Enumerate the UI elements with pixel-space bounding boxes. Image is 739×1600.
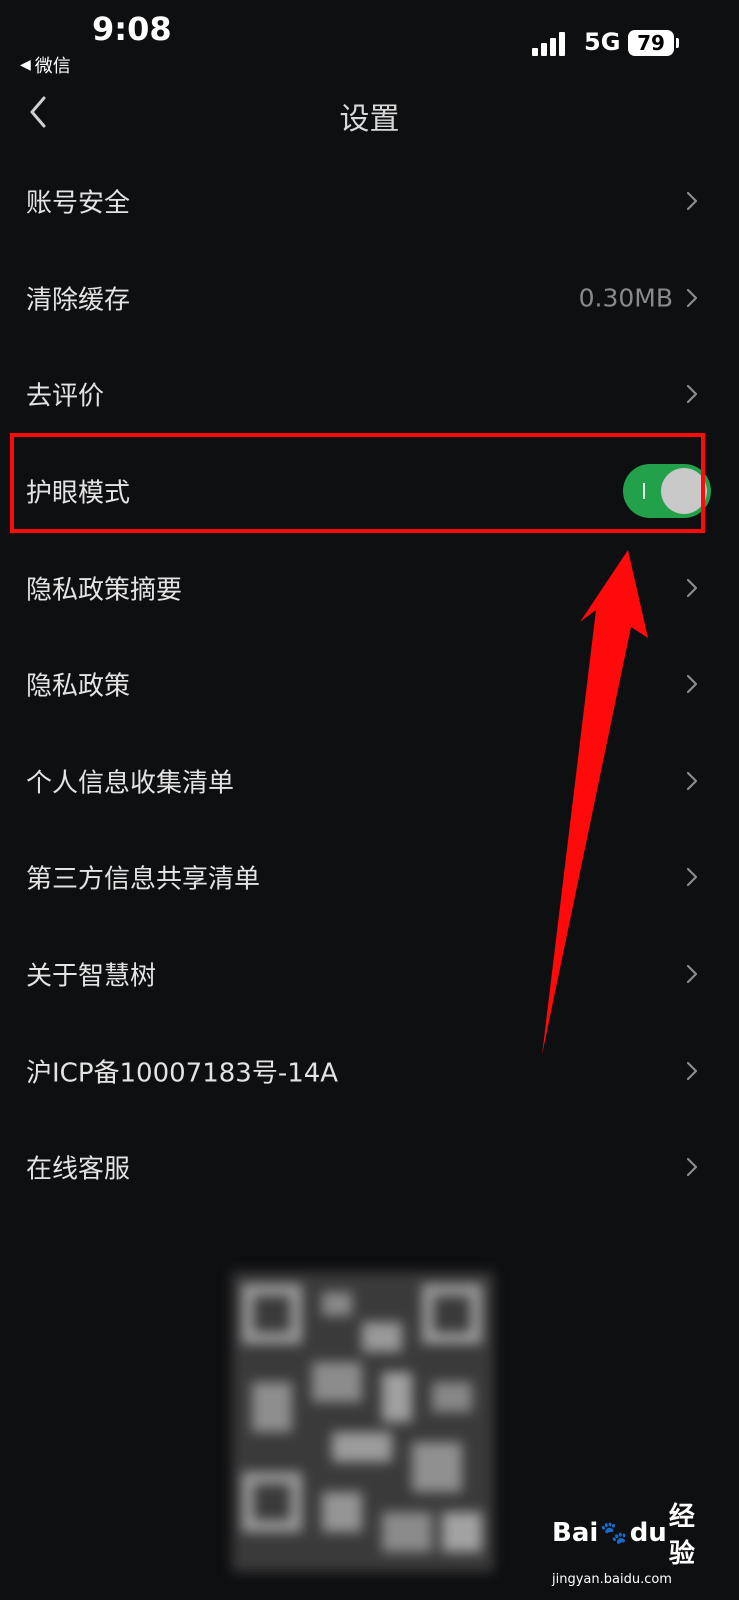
- nav-bar: 设置: [0, 80, 739, 150]
- blurred-qr-code: [232, 1272, 494, 1572]
- status-time: 9:08: [92, 10, 172, 48]
- settings-item-online-service[interactable]: 在线客服: [0, 1119, 739, 1216]
- watermark-brand-a: Bai: [552, 1518, 599, 1548]
- settings-item-privacy-summary[interactable]: 隐私政策摘要: [0, 539, 739, 636]
- chevron-right-icon: [686, 1158, 698, 1177]
- cache-size-value: 0.30MB: [578, 283, 673, 313]
- settings-item-about[interactable]: 关于智慧树: [0, 926, 739, 1023]
- toggle-knob: [661, 468, 707, 515]
- settings-item-label: 个人信息收集清单: [26, 768, 235, 799]
- chevron-right-icon: [686, 192, 698, 211]
- battery-icon: 79: [628, 30, 674, 56]
- settings-item-label: 沪ICP备10007183号-14A: [26, 1058, 339, 1089]
- paw-icon: 🐾: [600, 1520, 628, 1546]
- settings-item-label: 隐私政策摘要: [26, 575, 183, 606]
- chevron-right-icon: [686, 675, 698, 694]
- settings-item-clear-cache[interactable]: 清除缓存 0.30MB: [0, 250, 739, 347]
- settings-item-icp[interactable]: 沪ICP备10007183号-14A: [0, 1022, 739, 1119]
- watermark-url: jingyan.baidu.com: [552, 1572, 672, 1587]
- chevron-right-icon: [686, 288, 698, 307]
- back-app-label: 微信: [34, 56, 71, 77]
- watermark-brand-c: 经验: [668, 1502, 695, 1569]
- settings-item-eye-protection: 护眼模式: [0, 443, 739, 540]
- settings-item-label: 账号安全: [26, 188, 131, 219]
- settings-item-label: 去评价: [26, 381, 105, 412]
- settings-item-label: 第三方信息共享清单: [26, 864, 261, 895]
- chevron-right-icon: [686, 385, 698, 404]
- chevron-right-icon: [686, 964, 698, 984]
- settings-item-label: 清除缓存: [26, 285, 131, 316]
- chevron-right-icon: [686, 578, 698, 597]
- settings-item-label: 隐私政策: [26, 671, 131, 702]
- settings-item-label: 护眼模式: [26, 478, 131, 509]
- settings-item-label: 关于智慧树: [26, 961, 157, 992]
- chevron-right-icon: [686, 1061, 698, 1080]
- watermark-brand-b: du: [629, 1518, 667, 1548]
- eye-protection-toggle[interactable]: [623, 464, 711, 519]
- settings-item-privacy-policy[interactable]: 隐私政策: [0, 636, 739, 733]
- baidu-jingyan-watermark: Bai 🐾 du 经验 jingyan.baidu.com: [552, 1496, 702, 1587]
- settings-list: 账号安全 清除缓存 0.30MB 去评价 护眼模式 隐私政策摘要 隐私政策 个人…: [0, 153, 739, 1216]
- back-to-app-link[interactable]: ◀ 微信: [20, 52, 71, 78]
- back-triangle-icon: ◀: [20, 57, 31, 73]
- status-bar: 9:08 ◀ 微信 5G 79: [0, 0, 739, 80]
- network-type: 5G: [584, 28, 621, 56]
- chevron-right-icon: [686, 868, 698, 887]
- settings-item-account-security[interactable]: 账号安全: [0, 153, 739, 250]
- settings-item-label: 在线客服: [26, 1154, 131, 1185]
- watermark-logo: Bai 🐾 du 经验: [552, 1496, 702, 1570]
- battery-tip: [676, 38, 679, 48]
- toggle-on-mark: [643, 483, 645, 500]
- settings-item-third-party-list[interactable]: 第三方信息共享清单: [0, 829, 739, 926]
- settings-item-rate[interactable]: 去评价: [0, 346, 739, 443]
- settings-item-personal-info-list[interactable]: 个人信息收集清单: [0, 733, 739, 830]
- page-title: 设置: [339, 102, 400, 137]
- chevron-right-icon: [686, 771, 698, 790]
- signal-icon: [532, 30, 572, 56]
